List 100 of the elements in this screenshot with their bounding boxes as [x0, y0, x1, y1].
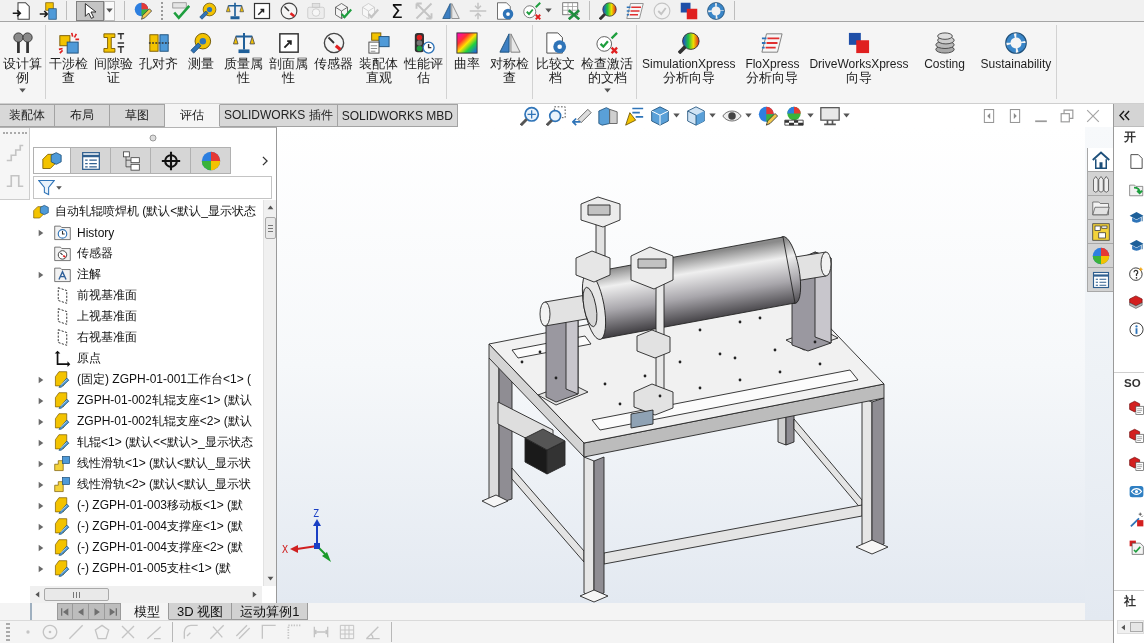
- box-document-icon[interactable]: [1129, 427, 1144, 443]
- caret-icon[interactable]: [843, 112, 851, 119]
- mirror-wedge-icon[interactable]: [442, 1, 460, 20]
- command-tab[interactable]: SOLIDWORKS 插件: [220, 104, 338, 127]
- expand-arrow-icon[interactable]: [37, 396, 45, 405]
- section-frame-icon[interactable]: [253, 1, 271, 20]
- zoom-to-fit-icon[interactable]: [520, 105, 541, 126]
- horizontal-scrollbar[interactable]: [30, 586, 262, 603]
- command-button[interactable]: 孔对齐: [136, 25, 181, 99]
- scrollbar-thumb[interactable]: [1129, 622, 1143, 632]
- color-ball-pencil-icon[interactable]: [758, 105, 779, 126]
- command-button[interactable]: 测量: [181, 25, 221, 99]
- tape-measure-icon[interactable]: [199, 1, 217, 20]
- tree-item[interactable]: 线性滑轨<2> (默认<默认_显示状: [0, 474, 263, 495]
- restore-icon[interactable]: [1060, 108, 1074, 123]
- sum-button[interactable]: Σ: [388, 0, 406, 21]
- command-button[interactable]: Costing: [913, 25, 976, 99]
- expand-arrow-icon[interactable]: [37, 228, 45, 237]
- check-circle-icon[interactable]: [653, 1, 671, 20]
- magnifier-rainbow-icon[interactable]: [599, 1, 617, 20]
- grip-handle-icon[interactable]: [6, 623, 10, 641]
- shaded-cube-icon[interactable]: [686, 105, 707, 126]
- tree-item[interactable]: 传感器: [0, 243, 263, 264]
- graduation-cap-icon[interactable]: [1129, 237, 1144, 253]
- eye-badge-icon[interactable]: [1129, 483, 1144, 499]
- help-circle-icon[interactable]: [1129, 265, 1144, 281]
- caret-icon[interactable]: [673, 112, 681, 119]
- command-button[interactable]: 间隙验 证: [91, 25, 136, 99]
- scrollbar-thumb[interactable]: [264, 217, 276, 239]
- task-pane-tab[interactable]: [1087, 148, 1113, 172]
- scene-ball-icon[interactable]: [784, 105, 805, 126]
- panel-tab[interactable]: [151, 147, 191, 174]
- tree-item[interactable]: 上视基准面: [0, 306, 263, 327]
- stacked-boxes-icon[interactable]: [1129, 293, 1144, 309]
- view-orientation-icon[interactable]: [650, 105, 671, 126]
- tree-item[interactable]: (-) ZGPH-01-003移动板<1> (默: [0, 495, 263, 516]
- document-icon[interactable]: [1129, 153, 1144, 169]
- command-button[interactable]: Sustainability: [975, 25, 1057, 99]
- command-button[interactable]: SimulationXpress 分析向导: [637, 25, 741, 99]
- magic-wand-icon[interactable]: [1129, 511, 1144, 527]
- model-tab[interactable]: 运动算例1: [232, 603, 309, 620]
- tree-item[interactable]: 右视基准面: [0, 327, 263, 348]
- filter-field[interactable]: [33, 176, 272, 199]
- document-arrow-icon[interactable]: [12, 1, 30, 20]
- command-button[interactable]: 比较文 档: [533, 25, 578, 99]
- expand-arrow-icon[interactable]: [37, 417, 45, 426]
- scroll-last-button[interactable]: [105, 603, 121, 620]
- command-button[interactable]: 传感器: [311, 25, 356, 99]
- expand-arrow-icon[interactable]: [37, 501, 45, 510]
- spelling-check-icon[interactable]: [172, 1, 190, 20]
- annotation-view-icon[interactable]: [624, 105, 645, 126]
- expand-arrow-icon[interactable]: [37, 459, 45, 468]
- balance-scale-icon[interactable]: [226, 1, 244, 20]
- flow-lines-icon[interactable]: [626, 1, 644, 20]
- command-tab[interactable]: SOLIDWORKS MBD: [337, 104, 459, 127]
- dotted-corner-icon[interactable]: [287, 624, 303, 640]
- expand-arrow-icon[interactable]: [37, 564, 45, 573]
- graduation-cap-icon[interactable]: [1129, 209, 1144, 225]
- overlapping-squares-icon[interactable]: [680, 1, 698, 20]
- tree-item[interactable]: (-) ZGPH-01-005支柱<1> (默: [0, 558, 263, 579]
- tree-item[interactable]: 前视基准面: [0, 285, 263, 306]
- double-chevron-icon[interactable]: [1119, 109, 1130, 121]
- monitor-icon[interactable]: [820, 105, 841, 126]
- expand-arrow-icon[interactable]: [37, 375, 45, 384]
- cube-check-icon[interactable]: [334, 1, 352, 20]
- document-check-icon[interactable]: [1129, 539, 1144, 555]
- section-view-icon[interactable]: [598, 105, 619, 126]
- zoom-area-icon[interactable]: [546, 105, 567, 126]
- tree-item[interactable]: (固定) ZGPH-01-001工作台<1> (: [0, 369, 263, 390]
- panel-tab[interactable]: [71, 147, 111, 174]
- tree-item[interactable]: (-) ZGPH-01-004支撑座<2> (默: [0, 537, 263, 558]
- command-button[interactable]: 对称检 查: [487, 25, 532, 99]
- tree-item[interactable]: 轧辊<1> (默认<<默认>_显示状态: [0, 432, 263, 453]
- task-pane-tab[interactable]: [1087, 172, 1113, 196]
- command-button[interactable]: 装配体 直观: [356, 25, 401, 99]
- horizontal-scrollbar[interactable]: [1117, 620, 1144, 634]
- model-tab[interactable]: 3D 视图: [169, 603, 233, 620]
- tree-item[interactable]: ZGPH-01-002轧辊支座<2> (默认: [0, 411, 263, 432]
- command-button[interactable]: 干涉检 查: [46, 25, 91, 99]
- arrow-ring-icon[interactable]: [707, 1, 725, 20]
- grip-handle-icon[interactable]: [2, 132, 27, 134]
- color-wheel-pencil-icon[interactable]: [134, 1, 152, 20]
- panel-right-icon[interactable]: [1008, 108, 1022, 123]
- command-button[interactable]: 剖面属 性: [266, 25, 311, 99]
- box-document-icon[interactable]: [1129, 399, 1144, 415]
- command-tab[interactable]: 装配体: [0, 104, 55, 127]
- document-help-icon[interactable]: [496, 1, 514, 20]
- scroll-first-button[interactable]: [57, 603, 73, 620]
- command-tab[interactable]: 布局: [55, 104, 110, 127]
- tree-item[interactable]: 线性滑轨<1> (默认<默认_显示状: [0, 453, 263, 474]
- caret-icon[interactable]: [709, 112, 717, 119]
- scroll-back-button[interactable]: [73, 603, 89, 620]
- command-button[interactable]: 设计算 例: [0, 25, 45, 99]
- vertical-scrollbar[interactable]: [263, 200, 276, 586]
- expand-arrow-icon[interactable]: [37, 522, 45, 531]
- expand-arrow-icon[interactable]: [37, 480, 45, 489]
- command-tab[interactable]: 草图: [110, 104, 165, 127]
- command-button[interactable]: FloXpress 分析向导: [740, 25, 805, 99]
- blocks-arrow-icon[interactable]: [39, 1, 57, 20]
- command-button[interactable]: 检查激活 的文档: [578, 25, 636, 99]
